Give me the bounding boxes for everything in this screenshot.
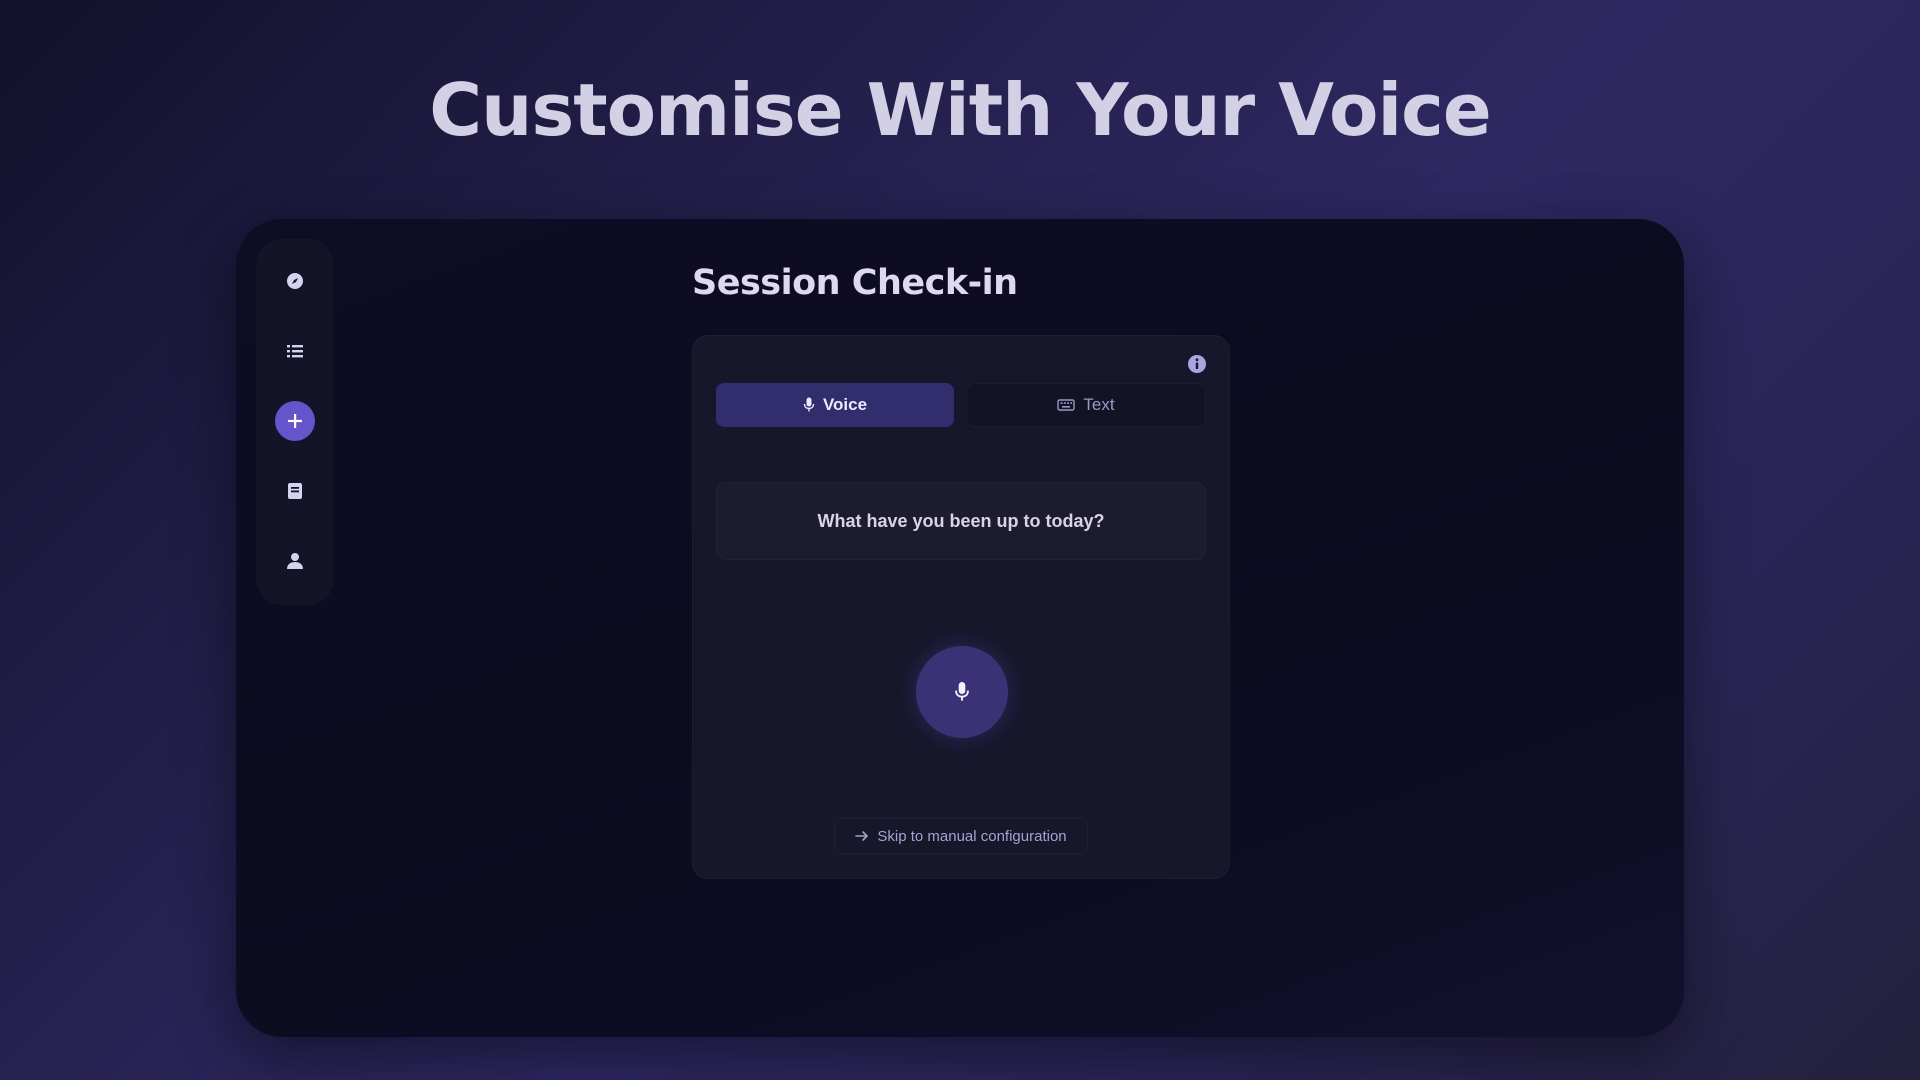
sidebar-item-add[interactable] [275, 401, 315, 441]
sidebar-item-explore[interactable] [275, 261, 315, 301]
headline: Customise With Your Voice [429, 68, 1491, 152]
compass-icon [287, 273, 303, 289]
skip-to-manual-button[interactable]: Skip to manual configuration [834, 818, 1088, 854]
info-icon[interactable] [1187, 354, 1207, 374]
sidebar-item-list[interactable] [275, 331, 315, 371]
tab-voice[interactable]: Voice [716, 383, 954, 427]
input-mode-tabs: Voice Text [716, 383, 1206, 427]
check-in-card: Voice Text What have you been up to toda… [692, 335, 1230, 879]
sidebar-item-journal[interactable] [275, 471, 315, 511]
tab-text[interactable]: Text [966, 383, 1206, 427]
user-icon [287, 553, 303, 569]
sidebar-item-profile[interactable] [275, 541, 315, 581]
tab-voice-label: Voice [822, 395, 868, 414]
skip-label: Skip to manual configuration [877, 827, 1067, 845]
microphone-icon [955, 682, 969, 701]
arrow-right-icon [855, 831, 869, 841]
page-title: Session Check-in [692, 263, 1018, 303]
list-icon [287, 345, 303, 358]
book-icon [288, 483, 302, 499]
app-window: Session Check-in Voice Text What have yo… [236, 219, 1684, 1037]
keyboard-icon [1057, 399, 1076, 411]
prompt-question: What have you been up to today? [716, 482, 1206, 560]
microphone-icon [803, 397, 815, 412]
record-voice-button[interactable] [916, 646, 1008, 738]
plus-icon [288, 414, 302, 428]
tab-text-label: Text [1083, 395, 1115, 414]
sidebar [256, 239, 334, 605]
